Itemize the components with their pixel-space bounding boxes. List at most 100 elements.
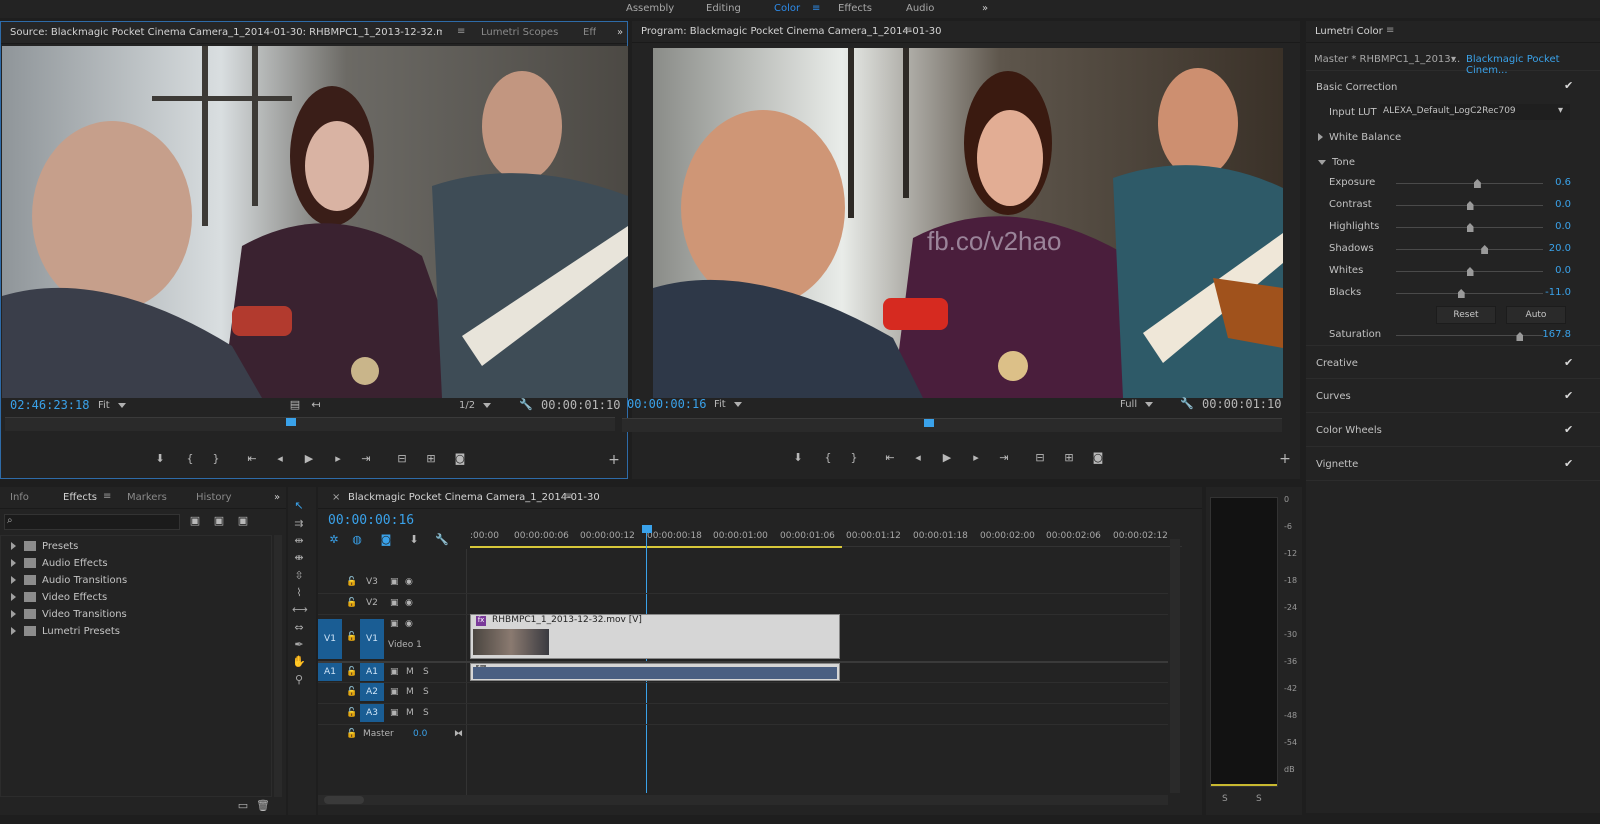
add-marker-icon[interactable]: ⬇ <box>789 451 807 464</box>
source-patch-v1[interactable]: V1 <box>318 619 342 659</box>
program-video-frame[interactable]: fb.co/v2hao <box>653 48 1283 398</box>
drag-video-icon[interactable]: ↤ <box>307 398 325 411</box>
export-frame-icon[interactable]: ◙ <box>451 452 469 465</box>
mute-button[interactable]: M <box>406 708 414 718</box>
go-to-out-icon[interactable]: ⇥ <box>357 452 375 465</box>
tone-expander[interactable]: Tone <box>1318 157 1355 168</box>
add-marker-icon[interactable]: ⬇ <box>151 452 169 465</box>
source-playhead-timecode[interactable]: 02:46:23:18 <box>10 398 89 412</box>
workspace-editing[interactable]: Editing <box>706 3 741 14</box>
sync-lock-icon[interactable]: ▣ <box>390 687 399 697</box>
master-end-icon[interactable]: ⧓ <box>454 729 463 739</box>
track-a2-target[interactable]: A2 <box>360 683 384 701</box>
creative-checkbox[interactable]: ✔ <box>1564 356 1573 369</box>
panel-more-icon[interactable]: » <box>274 492 280 503</box>
lock-icon[interactable]: 🔓 <box>346 667 357 677</box>
solo-button[interactable]: S <box>423 708 429 718</box>
mark-in-icon[interactable]: { <box>181 452 199 465</box>
sync-lock-icon[interactable]: ▣ <box>390 598 399 608</box>
tab-lumetri-scopes[interactable]: Lumetri Scopes <box>481 27 558 38</box>
play-icon[interactable]: ▶ <box>300 452 318 465</box>
panel-more-icon[interactable]: » <box>617 27 623 38</box>
wrench-icon[interactable]: 🔧 <box>1178 397 1196 410</box>
lock-icon[interactable]: 🔓 <box>346 598 357 608</box>
sequence-clip-label[interactable]: Blackmagic Pocket Cinem... <box>1466 54 1600 76</box>
effects-search-input[interactable]: ⌕ <box>4 514 180 530</box>
workspace-more-icon[interactable]: » <box>982 3 988 14</box>
tone-slider-value[interactable]: 20.0 <box>1531 243 1571 254</box>
tone-slider-thumb[interactable] <box>1466 223 1474 232</box>
go-to-in-icon[interactable]: ⇤ <box>243 452 261 465</box>
delete-icon[interactable]: 🗑 <box>254 799 272 812</box>
button-editor-icon[interactable]: + <box>605 452 623 468</box>
program-fit-dropdown[interactable]: Fit <box>714 399 742 410</box>
export-frame-icon[interactable]: ◙ <box>1089 451 1107 464</box>
tab-sequence[interactable]: Blackmagic Pocket Cinema Camera_1_2014-0… <box>348 492 600 503</box>
menu-icon[interactable]: ≡ <box>1386 25 1394 36</box>
workspace-effects[interactable]: Effects <box>838 3 872 14</box>
mute-button[interactable]: M <box>406 687 414 697</box>
workspace-audio[interactable]: Audio <box>906 3 934 14</box>
tone-slider-track[interactable] <box>1396 249 1543 250</box>
tab-history[interactable]: History <box>196 492 232 503</box>
source-patch-a1[interactable]: A1 <box>318 663 342 681</box>
hand-tool-icon[interactable]: ✋ <box>292 655 306 669</box>
solo-right-button[interactable]: S <box>1256 794 1262 804</box>
vignette-section[interactable]: Vignette ✔ <box>1306 447 1600 481</box>
accelerated-effects-icon[interactable]: ▣ <box>186 514 204 527</box>
tree-item-audio-effects[interactable]: Audio Effects <box>11 558 108 574</box>
tone-slider-thumb[interactable] <box>1466 201 1474 210</box>
button-editor-icon[interactable]: + <box>1276 451 1294 467</box>
zoom-tool-icon[interactable]: ⚲ <box>292 673 306 687</box>
step-back-icon[interactable]: ◂ <box>271 452 289 465</box>
go-to-in-icon[interactable]: ⇤ <box>881 451 899 464</box>
workspace-assembly[interactable]: Assembly <box>626 3 674 14</box>
tree-item-video-effects[interactable]: Video Effects <box>11 592 107 608</box>
workspace-menu-icon[interactable]: ≡ <box>812 3 820 14</box>
tone-slider-thumb[interactable] <box>1481 245 1489 254</box>
timeline-vertical-scrollbar[interactable] <box>1170 539 1180 793</box>
input-lut-dropdown[interactable]: ALEXA_Default_LogC2Rec709 ▾ <box>1380 104 1570 120</box>
tree-item-lumetri-presets[interactable]: Lumetri Presets <box>11 626 120 642</box>
track-a3-target[interactable]: A3 <box>360 704 384 722</box>
menu-icon[interactable]: ≡ <box>904 25 912 36</box>
razor-tool-icon[interactable]: ⌇ <box>292 586 306 600</box>
mark-in-icon[interactable]: { <box>819 451 837 464</box>
timeline-timecode[interactable]: 00:00:00:16 <box>328 513 414 528</box>
reset-button[interactable]: Reset <box>1436 306 1496 324</box>
scrollbar-thumb[interactable] <box>324 796 364 804</box>
eye-icon[interactable]: ◉ <box>405 598 413 608</box>
close-sequence-icon[interactable]: × <box>332 492 340 503</box>
menu-icon[interactable]: ≡ <box>564 491 572 502</box>
lock-icon[interactable]: 🔓 <box>346 687 357 697</box>
tab-effect-controls[interactable]: Eff <box>583 27 596 38</box>
32bit-effects-icon[interactable]: ▣ <box>210 514 228 527</box>
video-clip[interactable]: fx RHBMPC1_1_2013-12-32.mov [V] <box>470 614 840 659</box>
sync-lock-icon[interactable]: ▣ <box>390 577 399 587</box>
track-a1-target[interactable]: A1 <box>360 663 384 681</box>
track-v2-label[interactable]: V2 <box>366 598 378 608</box>
extract-icon[interactable]: ⊞ <box>1060 451 1078 464</box>
rate-stretch-tool-icon[interactable]: ⇳ <box>292 569 306 583</box>
lock-icon[interactable]: 🔓 <box>346 577 357 587</box>
tree-item-video-transitions[interactable]: Video Transitions <box>11 609 127 625</box>
snap-icon[interactable]: ✲ <box>325 533 343 546</box>
add-marker-icon[interactable]: ◙ <box>377 533 395 546</box>
program-playhead[interactable] <box>924 419 934 427</box>
linked-selection-icon[interactable]: ◍ <box>348 533 366 546</box>
vignette-checkbox[interactable]: ✔ <box>1564 457 1573 470</box>
track-v3-label[interactable]: V3 <box>366 577 378 587</box>
effects-scrollbar[interactable] <box>274 535 282 797</box>
selection-tool-icon[interactable]: ↖ <box>292 499 306 513</box>
source-fit-dropdown[interactable]: Fit <box>98 400 126 411</box>
tone-slider-value[interactable]: 0.0 <box>1531 265 1571 276</box>
pen-tool-icon[interactable]: ✒ <box>292 638 306 652</box>
tab-info[interactable]: Info <box>10 492 29 503</box>
tab-markers[interactable]: Markers <box>127 492 167 503</box>
sync-lock-icon[interactable]: ▣ <box>390 667 399 677</box>
wrench-icon[interactable]: 🔧 <box>517 398 535 411</box>
menu-icon[interactable]: ≡ <box>103 491 111 502</box>
source-time-ruler[interactable] <box>5 417 615 431</box>
white-balance-expander[interactable]: White Balance <box>1318 132 1401 143</box>
creative-section[interactable]: Creative ✔ <box>1306 345 1600 379</box>
